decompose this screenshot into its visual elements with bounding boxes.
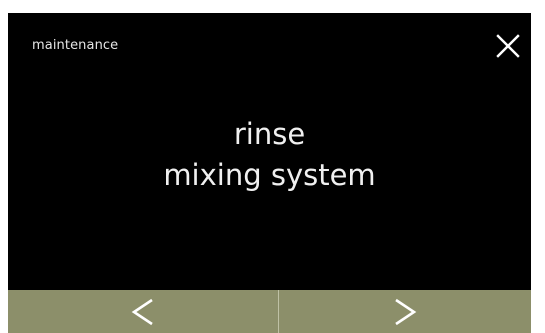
maintenance-screen: maintenance rinse mixing system <box>8 13 531 333</box>
close-icon <box>496 34 520 58</box>
page-title: maintenance <box>32 38 119 53</box>
next-button[interactable] <box>279 290 531 333</box>
previous-button[interactable] <box>8 290 278 333</box>
instruction-message: rinse mixing system <box>8 114 531 196</box>
chevron-right-icon <box>395 298 417 325</box>
close-button[interactable] <box>491 29 525 63</box>
navigation-bar <box>8 290 531 333</box>
chevron-left-icon <box>131 298 153 325</box>
message-line-1: rinse <box>233 117 306 151</box>
message-line-2: mixing system <box>163 158 376 192</box>
